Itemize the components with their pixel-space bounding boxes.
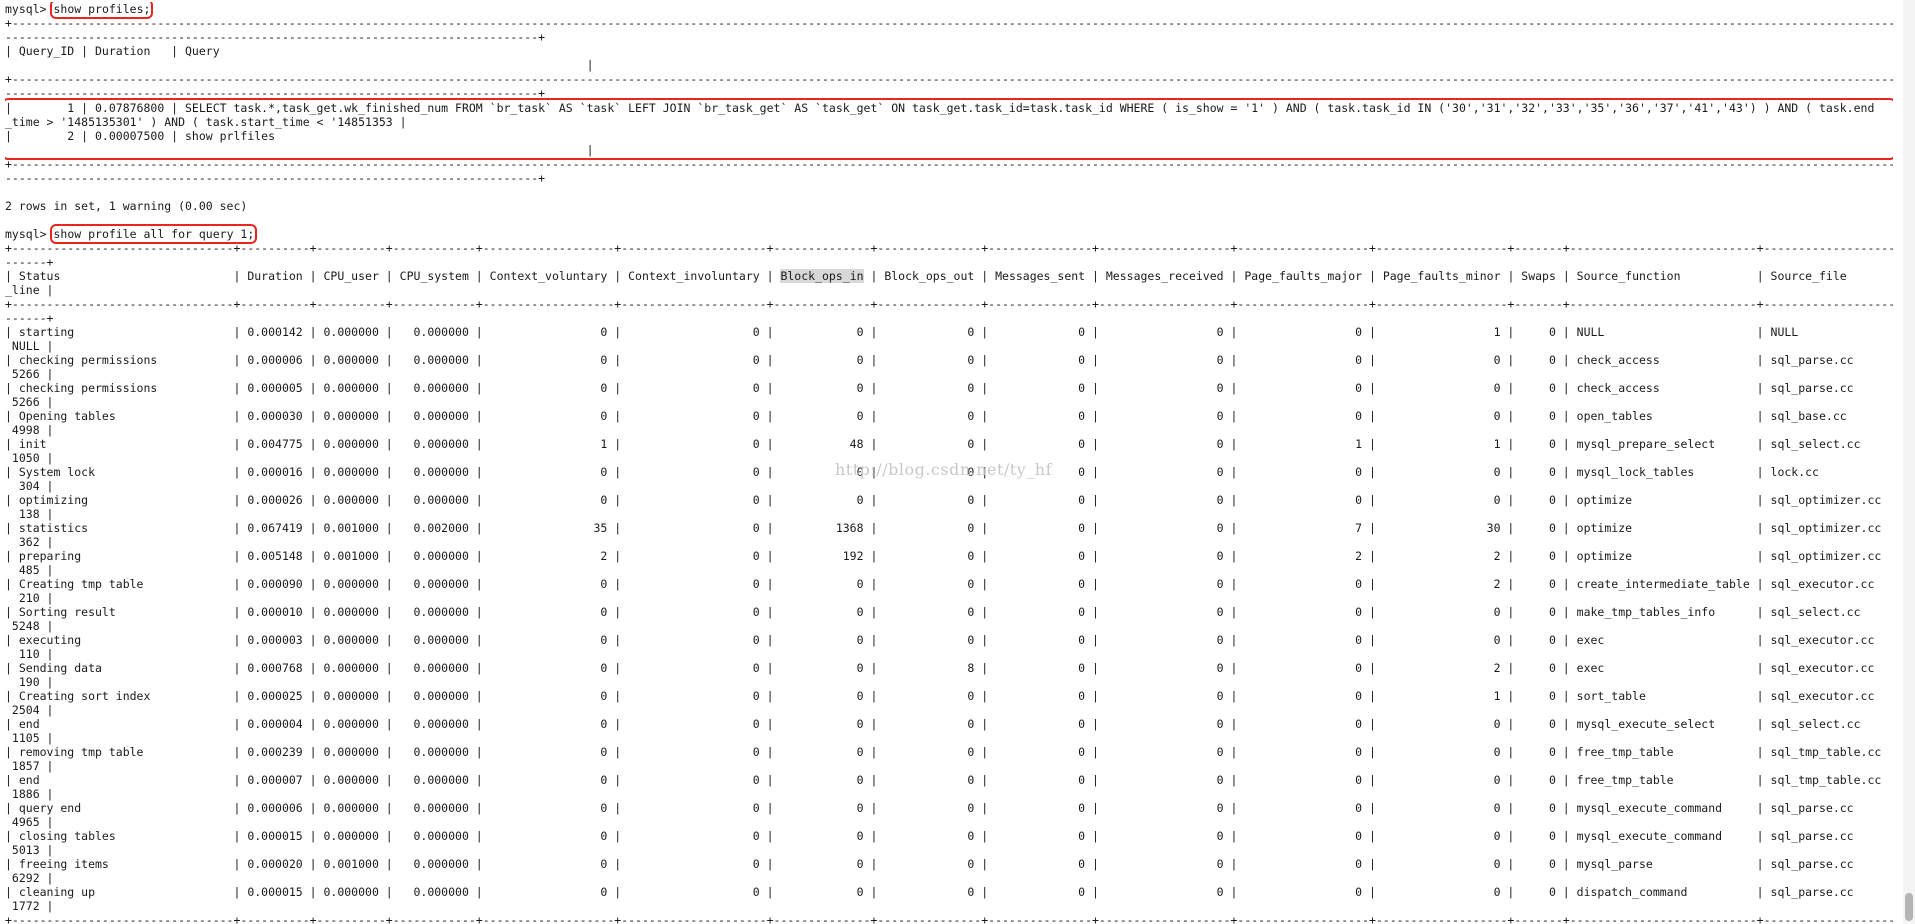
profile-table-row-cont: 1105 | xyxy=(5,731,54,745)
profile-table-row-cont: 1886 | xyxy=(5,787,54,801)
profile-table-row-cont: 110 | xyxy=(5,647,54,661)
scrollbar-thumb[interactable] xyxy=(1905,893,1913,921)
table-row: | 1 | 0.07876800 | SELECT task.*,task_ge… xyxy=(5,101,1875,115)
profile-table-row: | removing tmp table | 0.000239 | 0.0000… xyxy=(5,745,1893,759)
profile-table-row-cont: 1050 | xyxy=(5,451,54,465)
table-header: | Query_ID | Duration | Query xyxy=(5,44,220,58)
profile-table-row-cont: 362 | xyxy=(5,535,54,549)
profile-table-border: +--------------------------------+------… xyxy=(5,297,1893,311)
profile-table-row-cont: 138 | xyxy=(5,507,54,521)
profile-table-row-cont: 4965 | xyxy=(5,815,54,829)
profile-table-row-cont: 4998 | xyxy=(5,423,54,437)
profile-table-border-cont: ------+ xyxy=(5,311,54,325)
profile-table-row: | executing | 0.000003 | 0.000000 | 0.00… xyxy=(5,633,1893,647)
profile-table-row-cont: 5266 | xyxy=(5,367,54,381)
profile-table-row: | freeing items | 0.000020 | 0.001000 | … xyxy=(5,857,1893,871)
command-show-profile-all[interactable]: show profile all for query 1; xyxy=(50,224,258,244)
prompt-line-1: mysql> show profiles; xyxy=(5,2,1893,19)
profile-table-row: | System lock | 0.000016 | 0.000000 | 0.… xyxy=(5,465,1893,479)
profile-table-row-cont: 304 | xyxy=(5,479,54,493)
table-row-cont: | xyxy=(5,143,594,157)
profile-table-row: | end | 0.000007 | 0.000000 | 0.000000 |… xyxy=(5,773,1893,787)
profile-table-border: +--------------------------------+------… xyxy=(5,913,1893,924)
profile-table-row-cont: 2504 | xyxy=(5,703,54,717)
table-row-cont: _time > '1485135301' ) AND ( task.start_… xyxy=(5,115,407,129)
profile-table-row: | Opening tables | 0.000030 | 0.000000 |… xyxy=(5,409,1893,423)
profile-table-row: | starting | 0.000142 | 0.000000 | 0.000… xyxy=(5,325,1893,339)
table-border: +---------------------------------------… xyxy=(5,157,1893,171)
profile-table-row-cont: NULL | xyxy=(5,339,54,353)
profile-table-row: | closing tables | 0.000015 | 0.000000 |… xyxy=(5,829,1893,843)
profile-table-row: | end | 0.000004 | 0.000000 | 0.000000 |… xyxy=(5,717,1893,731)
profile-table-row: | optimizing | 0.000026 | 0.000000 | 0.0… xyxy=(5,493,1893,507)
profile-table-row-cont: 6292 | xyxy=(5,871,54,885)
rows-info: 2 rows in set, 1 warning (0.00 sec) xyxy=(5,199,248,213)
prompt: mysql> xyxy=(5,2,47,16)
profile-table-row: | statistics | 0.067419 | 0.001000 | 0.0… xyxy=(5,521,1893,535)
profile-table-row: | init | 0.004775 | 0.000000 | 0.000000 … xyxy=(5,437,1893,451)
profile-table-row-cont: 5013 | xyxy=(5,843,54,857)
profile-table-row-cont: 1857 | xyxy=(5,759,54,773)
table-row: | 2 | 0.00007500 | show prlfiles xyxy=(5,129,276,143)
profile-table-row: | checking permissions | 0.000005 | 0.00… xyxy=(5,381,1893,395)
profile-table-row: | Creating tmp table | 0.000090 | 0.0000… xyxy=(5,577,1893,591)
profile-table-row-cont: 485 | xyxy=(5,563,54,577)
table-border-cont: ----------------------------------------… xyxy=(5,86,546,100)
profile-table-row: | Sending data | 0.000768 | 0.000000 | 0… xyxy=(5,661,1893,675)
table-header-cont: | xyxy=(5,58,594,72)
prompt: mysql> xyxy=(5,227,47,241)
table-border-cont: ----------------------------------------… xyxy=(5,30,546,44)
profile-table-body: | starting | 0.000142 | 0.000000 | 0.000… xyxy=(5,325,1893,913)
vertical-scrollbar[interactable] xyxy=(1903,0,1915,924)
table-border: +---------------------------------------… xyxy=(5,16,1893,30)
selected-column-name: Block_ops_in xyxy=(780,269,864,283)
profile-table-row-cont: 1772 | xyxy=(5,899,54,913)
profile-table-row: | query end | 0.000006 | 0.000000 | 0.00… xyxy=(5,801,1893,815)
profile-table-header: | Status | Duration | CPU_user | CPU_sys… xyxy=(5,269,1893,283)
command-show-profiles[interactable]: show profiles; xyxy=(50,2,154,19)
profile-table-border-cont: ------+ xyxy=(5,255,54,269)
profile-table-row: | Creating sort index | 0.000025 | 0.000… xyxy=(5,689,1893,703)
profiles-rows-highlight: | 1 | 0.07876800 | SELECT task.*,task_ge… xyxy=(5,98,1893,160)
profile-table-row-cont: 210 | xyxy=(5,591,54,605)
table-border: +---------------------------------------… xyxy=(5,72,1893,86)
terminal-output: mysql> show profiles; +-----------------… xyxy=(5,2,1893,924)
profile-table-row-cont: 5248 | xyxy=(5,619,54,633)
profile-table-row: | checking permissions | 0.000006 | 0.00… xyxy=(5,353,1893,367)
profile-table-row-cont: 5266 | xyxy=(5,395,54,409)
profile-table-header-cont: _line | xyxy=(5,283,54,297)
profile-table-border: +--------------------------------+------… xyxy=(5,241,1893,255)
prompt-line-2: mysql> show profile all for query 1; xyxy=(5,224,1893,244)
profile-table-row-cont: 190 | xyxy=(5,675,54,689)
profile-table-row: | preparing | 0.005148 | 0.001000 | 0.00… xyxy=(5,549,1893,563)
table-border-cont: ----------------------------------------… xyxy=(5,171,546,185)
profile-table-row: | cleaning up | 0.000015 | 0.000000 | 0.… xyxy=(5,885,1893,899)
profile-table-row: | Sorting result | 0.000010 | 0.000000 |… xyxy=(5,605,1893,619)
